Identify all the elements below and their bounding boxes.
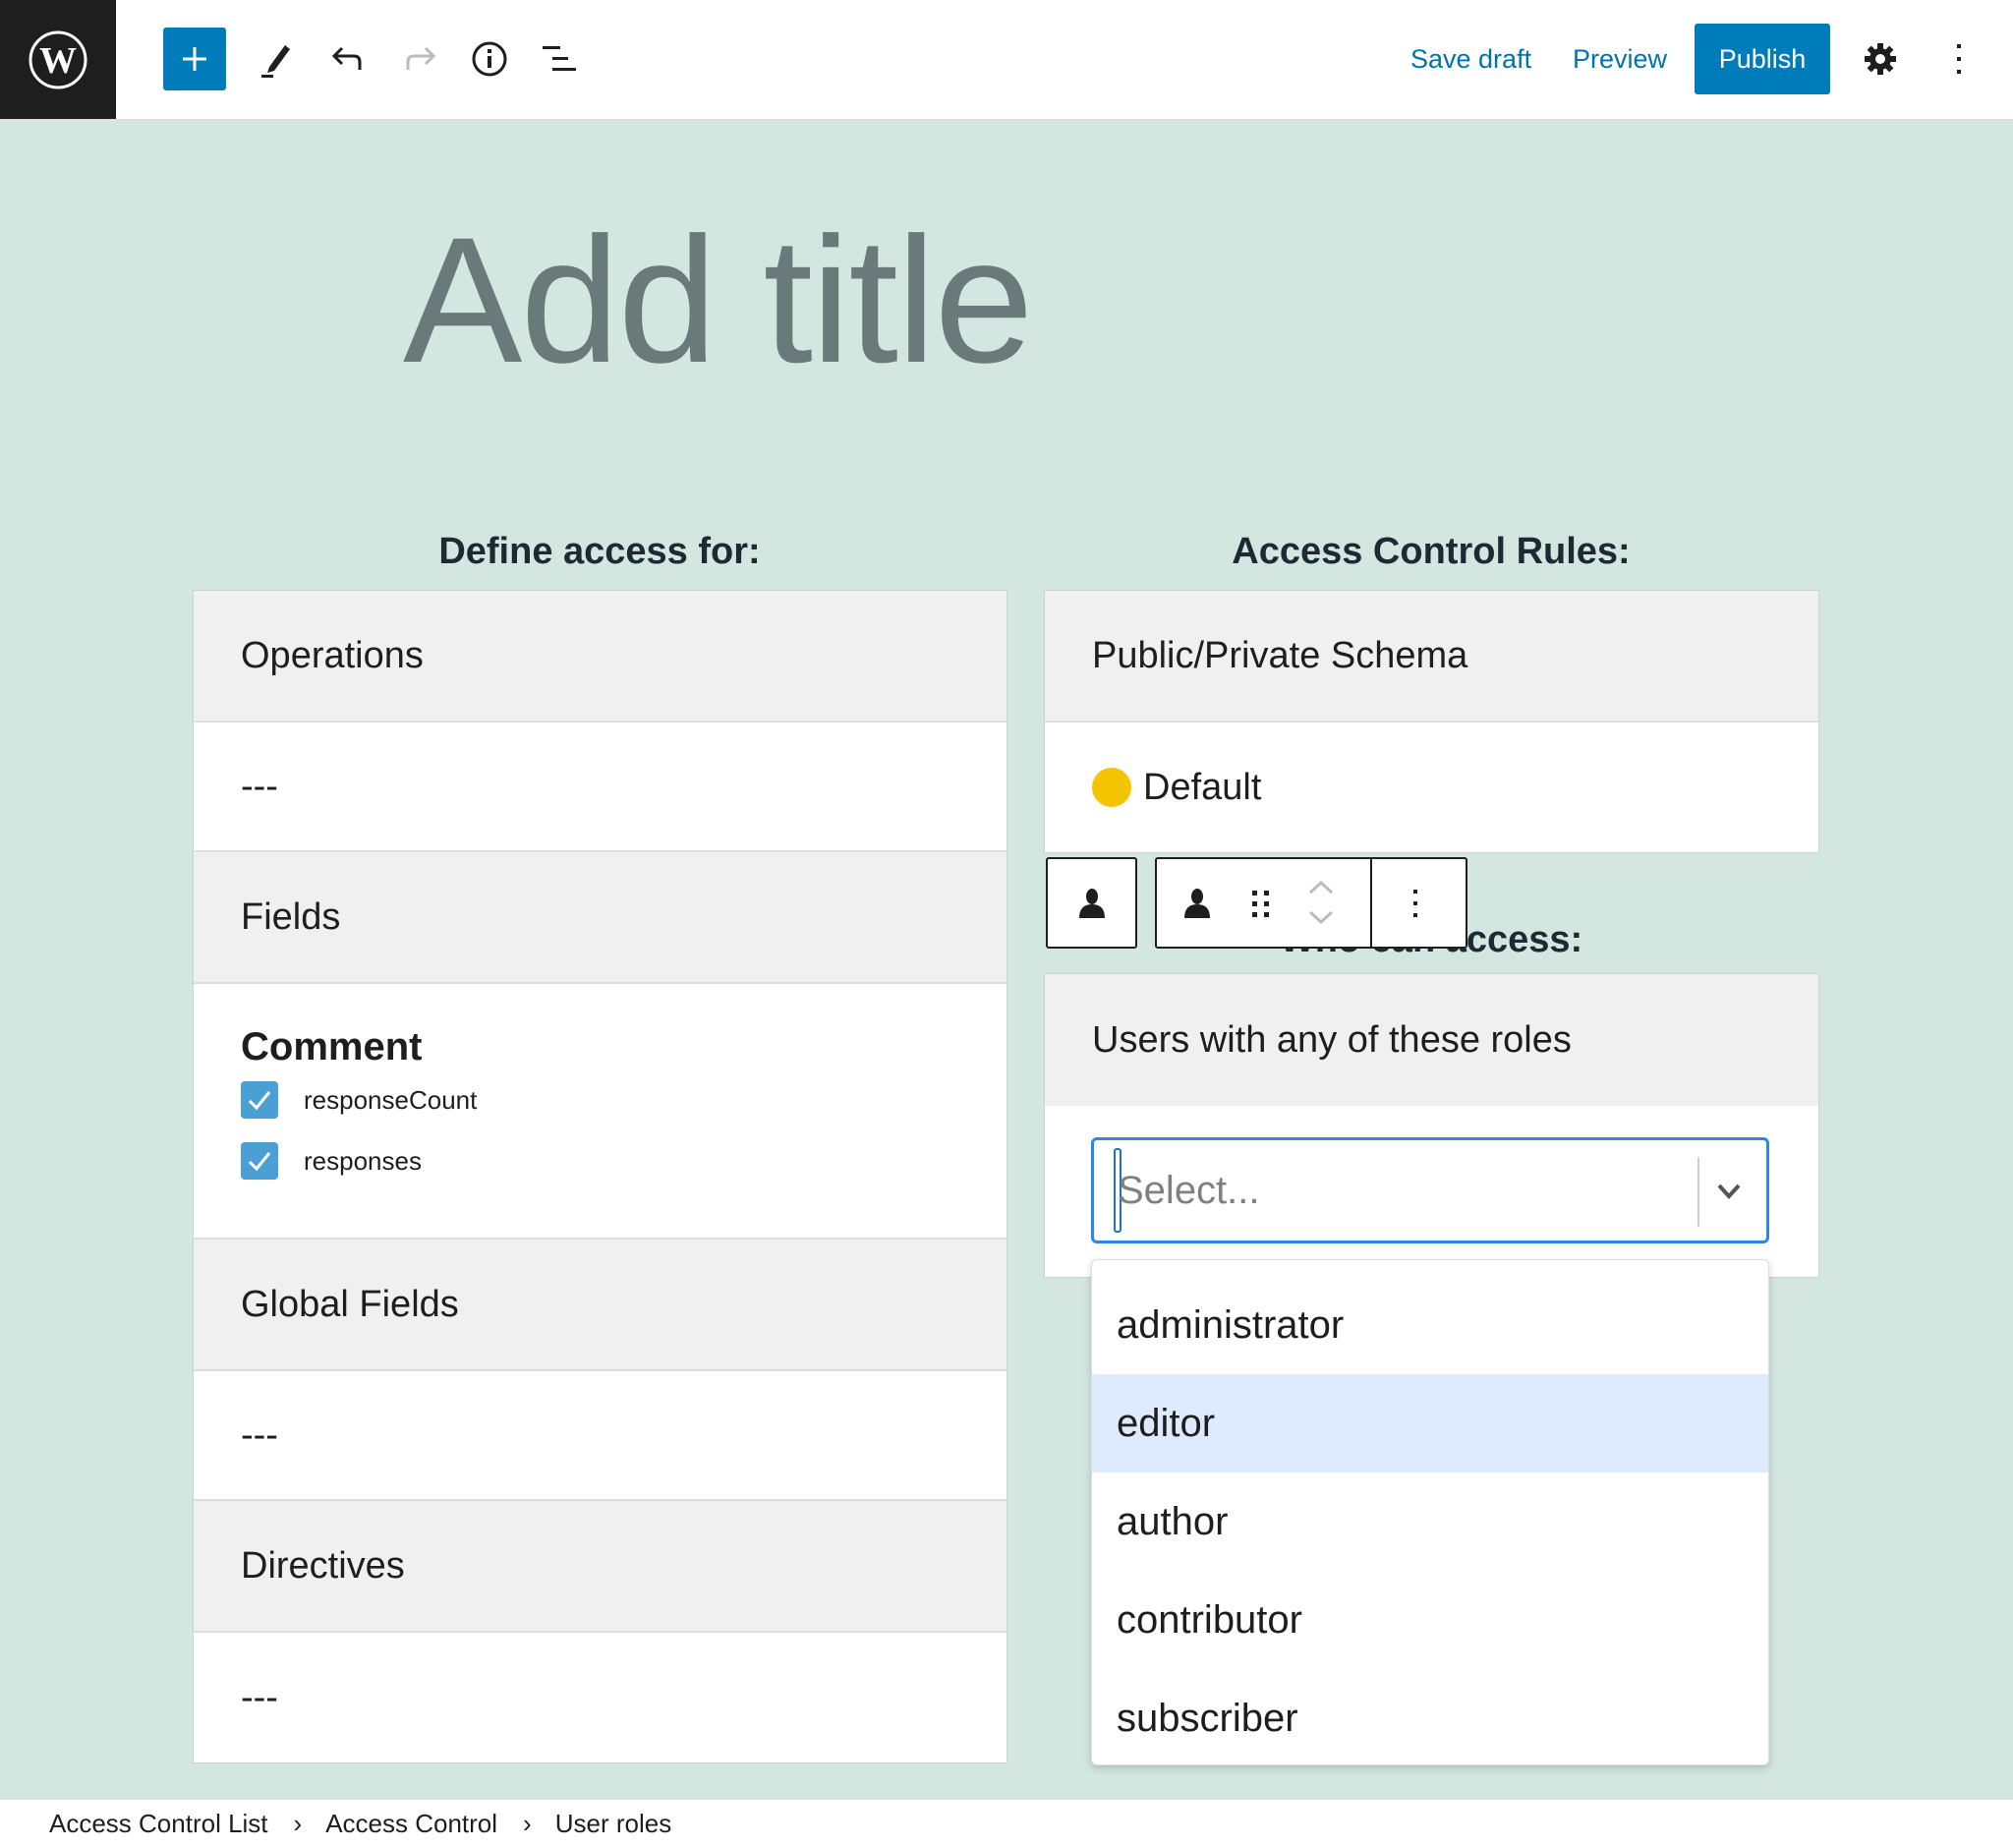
settings-button[interactable]: [1851, 29, 1910, 88]
operations-label: Operations: [241, 634, 424, 676]
block-options-button[interactable]: [1410, 887, 1420, 925]
field-checkbox-row[interactable]: responses: [241, 1142, 1006, 1180]
list-view-icon: [543, 46, 576, 71]
more-vertical-icon: [1413, 890, 1417, 917]
global-fields-value-row: ---: [194, 1371, 1006, 1501]
directives-value: ---: [241, 1676, 278, 1718]
schema-value-row: Default: [1045, 722, 1818, 852]
block-toolbar: [1155, 857, 1467, 949]
dropdown-option[interactable]: author: [1092, 1473, 1768, 1571]
breadcrumb-separator-icon: ›: [523, 1809, 532, 1838]
checkmark-icon: [248, 1152, 271, 1172]
yellow-circle-icon: [1092, 768, 1131, 807]
editor-toolbar: W Save draft Preview Publish: [0, 0, 2013, 120]
define-access-heading: Define access for:: [438, 531, 761, 572]
fields-header: Fields: [194, 852, 1006, 984]
chevron-down-icon: [1717, 1184, 1741, 1199]
directives-label: Directives: [241, 1544, 405, 1587]
global-fields-header: Global Fields: [194, 1240, 1006, 1371]
field-label: responseCount: [304, 1084, 478, 1115]
user-icon: [1184, 889, 1210, 918]
roles-select[interactable]: Select...: [1091, 1137, 1769, 1243]
access-control-rules-heading: Access Control Rules:: [1232, 531, 1631, 572]
schema-label: Public/Private Schema: [1092, 634, 1468, 676]
select-divider: [1697, 1158, 1699, 1227]
user-icon: [1078, 888, 1105, 918]
dropdown-option[interactable]: administrator: [1092, 1276, 1768, 1374]
breadcrumb-item[interactable]: Access Control: [325, 1809, 497, 1839]
field-label: responses: [304, 1145, 422, 1176]
drag-handle-icon: [1252, 891, 1269, 917]
dropdown-toggle[interactable]: [1715, 1170, 1743, 1218]
select-placeholder: Select...: [1118, 1168, 1260, 1212]
options-button[interactable]: [1929, 29, 1988, 88]
breadcrumb-separator-icon: ›: [293, 1809, 303, 1838]
global-fields-value: ---: [241, 1414, 278, 1456]
dropdown-option[interactable]: subscriber: [1092, 1669, 1768, 1767]
redo-icon: [406, 46, 436, 70]
checkbox[interactable]: [241, 1142, 278, 1180]
select-parent-block-button[interactable]: [1046, 857, 1137, 949]
field-group-title: Comment: [241, 1025, 423, 1068]
operations-value-row: ---: [194, 722, 1006, 852]
pencil-icon: [261, 45, 290, 78]
preview-button[interactable]: Preview: [1563, 24, 1677, 94]
breadcrumb-item-current: User roles: [554, 1809, 672, 1838]
block-breadcrumb: Access Control List › Access Control › U…: [0, 1800, 2013, 1848]
post-title-input[interactable]: Add title: [403, 197, 1034, 403]
roles-label: Users with any of these roles: [1092, 1018, 1572, 1061]
undo-button[interactable]: [318, 29, 377, 88]
redo-button[interactable]: [390, 29, 449, 88]
operations-header: Operations: [194, 591, 1006, 722]
add-block-button[interactable]: [163, 28, 226, 90]
fields-content: Comment responseCount responses: [194, 984, 1006, 1240]
undo-icon: [331, 46, 362, 70]
plus-icon: [183, 47, 206, 71]
dropdown-option[interactable]: contributor: [1092, 1571, 1768, 1669]
breadcrumb-item[interactable]: Access Control List: [49, 1809, 268, 1839]
block-type-button[interactable]: [1182, 887, 1212, 925]
field-checkbox-row[interactable]: responseCount: [241, 1081, 1006, 1119]
fields-label: Fields: [241, 895, 341, 938]
schema-header: Public/Private Schema: [1045, 591, 1818, 722]
wordpress-logo-icon: W: [29, 30, 87, 88]
wordpress-logo-button[interactable]: W: [0, 0, 116, 119]
list-view-button[interactable]: [531, 29, 590, 88]
publish-button[interactable]: Publish: [1695, 24, 1830, 94]
directives-header: Directives: [194, 1501, 1006, 1633]
roles-dropdown-menu: administrator editor author contributor …: [1091, 1259, 1769, 1765]
gear-icon: [1865, 43, 1896, 75]
more-vertical-icon: [1957, 44, 1961, 74]
roles-header: Users with any of these roles: [1045, 974, 1818, 1106]
directives-value-row: ---: [194, 1633, 1006, 1762]
toolbar-divider: [1370, 859, 1372, 947]
chevron-up-icon: [1308, 880, 1334, 895]
checkbox[interactable]: [241, 1081, 278, 1119]
svg-text:W: W: [39, 40, 77, 82]
chevron-down-icon: [1308, 910, 1334, 925]
info-icon: [472, 41, 507, 77]
save-draft-button[interactable]: Save draft: [1401, 24, 1541, 94]
checkmark-icon: [248, 1091, 271, 1111]
details-button[interactable]: [460, 29, 519, 88]
drag-handle[interactable]: [1251, 887, 1271, 925]
schema-value: Default: [1143, 766, 1262, 808]
tools-button[interactable]: [246, 29, 305, 88]
move-down-button[interactable]: [1306, 908, 1336, 933]
define-access-panel: Operations --- Fields Comment responseCo…: [193, 590, 1007, 1763]
dropdown-option-highlighted[interactable]: editor: [1092, 1374, 1768, 1473]
global-fields-label: Global Fields: [241, 1283, 459, 1325]
operations-value: ---: [241, 765, 278, 807]
move-up-button[interactable]: [1306, 877, 1336, 901]
schema-panel: Public/Private Schema Default: [1044, 590, 1819, 853]
